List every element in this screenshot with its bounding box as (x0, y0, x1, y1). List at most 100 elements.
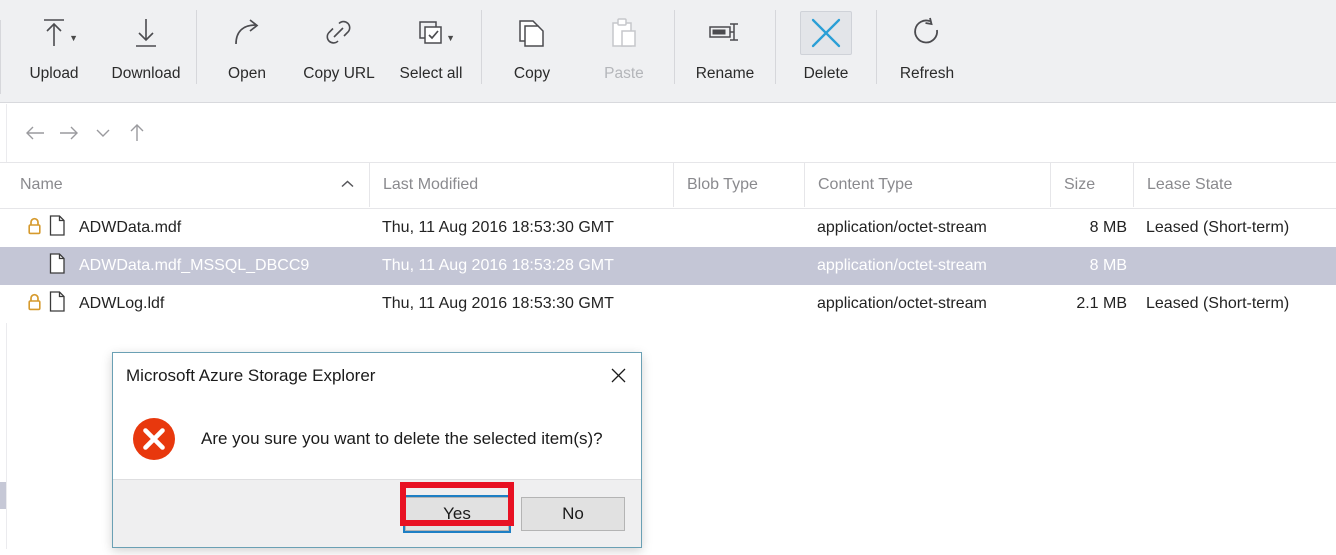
table-row[interactable]: ADWData.mdf Thu, 11 Aug 2016 18:53:30 GMT… (0, 209, 1336, 247)
toolbar-button-refresh[interactable]: Refresh (881, 0, 973, 92)
column-header-size[interactable]: Size (1050, 163, 1133, 207)
chevron-down-icon (93, 126, 113, 140)
cell-lease-state: Leased (Short-term) (1133, 285, 1336, 323)
close-icon (610, 367, 627, 384)
cell-size: 8 MB (1050, 247, 1133, 285)
toolbar-button-upload[interactable]: ▼ Upload (8, 0, 100, 92)
upload-icon (36, 16, 72, 50)
toolbar-button-select-all[interactable]: ▼ Select all (385, 0, 477, 92)
chevron-down-icon[interactable]: ▼ (69, 33, 78, 43)
toolbar-group-divider (775, 10, 776, 84)
bottom-strip (0, 549, 1336, 555)
link-icon-box (313, 11, 365, 55)
cell-content-type: application/octet-stream (804, 247, 1050, 285)
file-name-label: ADWData.mdf (79, 219, 181, 237)
cell-name: ADWLog.ldf (7, 285, 369, 323)
toolbar-button-label: Upload (29, 65, 78, 83)
cell-lease-state (1133, 247, 1336, 285)
toolbar-button-label: Copy URL (303, 65, 375, 83)
toolbar-button-label: Copy (514, 65, 550, 83)
toolbar: ▼ Upload Download Open Copy URL ▼ Select all Co… (0, 0, 1336, 103)
cell-last-modified: Thu, 11 Aug 2016 18:53:28 GMT (369, 247, 673, 285)
cell-blob-type (673, 247, 804, 285)
toolbar-group-divider (196, 10, 197, 84)
cell-blob-type (673, 209, 804, 247)
toolbar-button-delete[interactable]: Delete (780, 0, 872, 92)
cell-last-modified: Thu, 11 Aug 2016 18:53:30 GMT (369, 285, 673, 323)
grid-header-row: Name Last Modified Blob Type Content Type Si… (0, 162, 1336, 209)
dialog-close-button[interactable] (603, 361, 633, 389)
column-header-label: Content Type (818, 176, 913, 194)
table-row[interactable]: ADWLog.ldf Thu, 11 Aug 2016 18:53:30 GMT a… (0, 285, 1336, 323)
arrow-up-icon (128, 122, 146, 144)
select-all-icon (416, 18, 446, 48)
cell-name: ADWData.mdf (7, 209, 369, 247)
toolbar-button-label: Refresh (900, 65, 954, 83)
select-all-icon-box: ▼ (405, 11, 457, 55)
up-one-level-button[interactable] (120, 118, 154, 148)
file-icon (49, 215, 66, 241)
dialog-body: Are you sure you want to delete the sele… (113, 399, 641, 479)
copy-icon (516, 17, 548, 50)
toolbar-button-rename[interactable]: Rename (679, 0, 771, 92)
toolbar-button-copy[interactable]: Copy (486, 0, 578, 92)
cell-blob-type (673, 285, 804, 323)
toolbar-button-label: Open (228, 65, 266, 83)
column-header-label: Last Modified (383, 176, 478, 194)
column-header-name[interactable]: Name (7, 163, 369, 207)
paste-icon (608, 17, 640, 50)
download-icon (128, 16, 164, 50)
column-header-content-type[interactable]: Content Type (804, 163, 1050, 207)
toolbar-button-label: Rename (696, 65, 755, 83)
column-header-label: Lease State (1147, 176, 1232, 194)
open-arrow-icon (230, 17, 264, 49)
toolbar-button-label: Select all (400, 65, 463, 83)
left-scroll-thumb[interactable] (0, 482, 6, 509)
cell-size: 2.1 MB (1050, 285, 1133, 323)
cell-last-modified: Thu, 11 Aug 2016 18:53:30 GMT (369, 209, 673, 247)
toolbar-button-label: Delete (804, 65, 849, 83)
history-dropdown-button[interactable] (86, 118, 120, 148)
lock-icon (27, 217, 42, 240)
column-header-lease-state[interactable]: Lease State (1133, 163, 1336, 207)
link-icon (322, 17, 356, 49)
arrow-left-icon (24, 124, 46, 142)
download-icon-box (120, 11, 172, 55)
toolbar-group-divider (481, 10, 482, 84)
cell-content-type: application/octet-stream (804, 209, 1050, 247)
file-name-label: ADWLog.ldf (79, 295, 164, 313)
toolbar-button-label: Download (112, 65, 181, 83)
no-button[interactable]: No (521, 497, 625, 531)
toolbar-button-label: Paste (604, 65, 644, 83)
arrow-right-icon (58, 124, 80, 142)
dialog-title: Microsoft Azure Storage Explorer (126, 366, 375, 386)
forward-button[interactable] (52, 118, 86, 148)
confirm-delete-dialog: Microsoft Azure Storage Explorer Are you… (112, 352, 642, 548)
toolbar-group-divider (876, 10, 877, 84)
cell-name: ADWData.mdf_MSSQL_DBCC9 (7, 247, 369, 285)
column-header-label: Size (1064, 176, 1095, 194)
copy-icon-box (506, 11, 558, 55)
back-button[interactable] (18, 118, 52, 148)
toolbar-group-divider (674, 10, 675, 84)
paste-icon-box (598, 11, 650, 55)
toolbar-button-download[interactable]: Download (100, 0, 192, 92)
file-icon (49, 253, 66, 279)
grid-body: ADWData.mdf Thu, 11 Aug 2016 18:53:30 GMT… (0, 209, 1336, 323)
blob-list-grid: Name Last Modified Blob Type Content Type Si… (0, 162, 1336, 323)
yes-button[interactable]: Yes (405, 497, 509, 531)
toolbar-button-copy-url[interactable]: Copy URL (293, 0, 385, 92)
toolbar-button-row: ▼ Upload Download Open Copy URL ▼ Select all Co… (8, 0, 973, 102)
toolbar-button-open[interactable]: Open (201, 0, 293, 92)
refresh-icon (910, 17, 944, 49)
upload-icon-box: ▼ (28, 11, 80, 55)
chevron-down-icon[interactable]: ▼ (446, 33, 455, 43)
toolbar-left-edge-divider (0, 20, 1, 94)
cell-content-type: application/octet-stream (804, 285, 1050, 323)
table-row[interactable]: ADWData.mdf_MSSQL_DBCC9Thu, 11 Aug 2016 … (0, 247, 1336, 285)
column-header-label: Blob Type (687, 176, 758, 194)
column-header-blob-type[interactable]: Blob Type (673, 163, 804, 207)
delete-x-icon (809, 16, 843, 50)
column-header-last-modified[interactable]: Last Modified (369, 163, 673, 207)
refresh-icon-box (901, 11, 953, 55)
